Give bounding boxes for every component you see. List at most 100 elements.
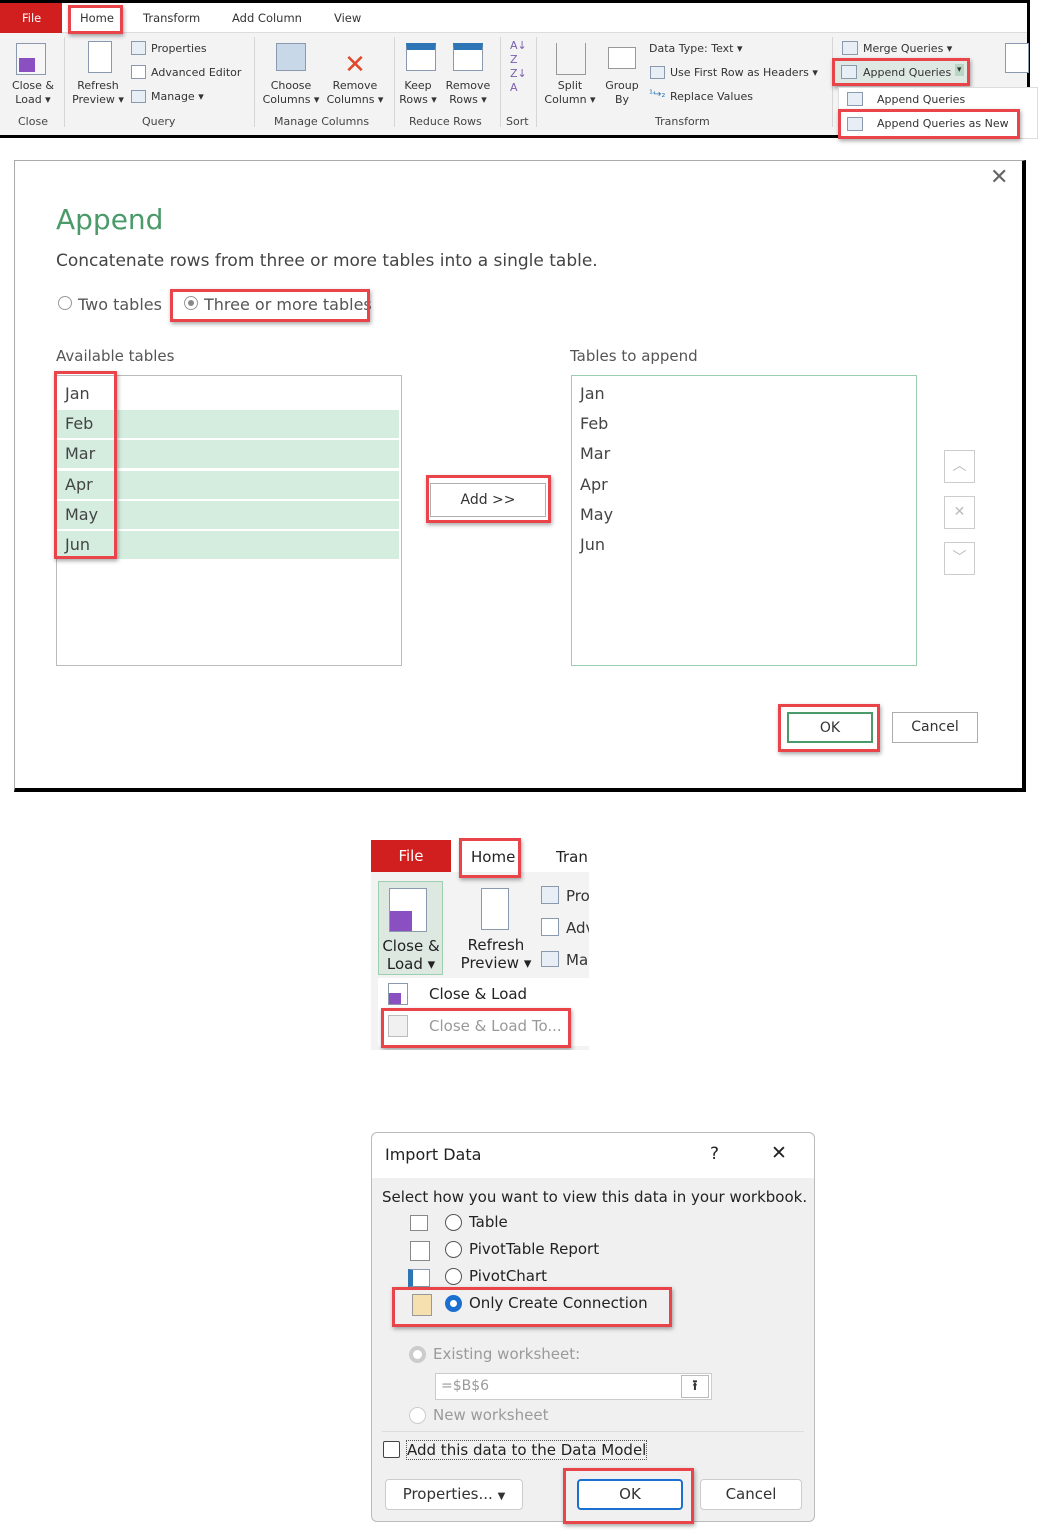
radio-two-tables[interactable] xyxy=(58,296,72,310)
list-item[interactable]: Jan xyxy=(572,380,605,408)
pivotchart-icon xyxy=(408,1269,430,1287)
replace-values-button[interactable]: Replace Values xyxy=(670,90,753,104)
close-load-icon xyxy=(16,43,46,75)
divider xyxy=(394,37,395,127)
close-load-button[interactable]: Close & Load ▾ xyxy=(378,881,443,975)
radio-pivotchart[interactable] xyxy=(445,1268,462,1285)
move-down-button[interactable]: ﹀ xyxy=(944,542,975,575)
menu-append-queries[interactable]: Append Queries xyxy=(877,93,965,107)
advanced-editor-icon xyxy=(541,918,559,936)
cancel-button[interactable]: Cancel xyxy=(892,712,978,743)
list-item[interactable]: Mar xyxy=(572,440,610,468)
data-type-dropdown[interactable]: Data Type: Text ▾ xyxy=(649,42,743,56)
option-pivottable[interactable]: PivotTable Report xyxy=(469,1240,599,1258)
group-label-close: Close xyxy=(18,115,48,128)
merge-queries-icon xyxy=(842,41,858,55)
advanced-editor-button[interactable]: Advanced Editor xyxy=(151,66,241,80)
pivottable-icon xyxy=(410,1241,430,1261)
properties-button[interactable]: Properties xyxy=(151,42,207,56)
divider xyxy=(500,37,501,127)
keep-rows-icon xyxy=(406,43,436,71)
refresh-preview-icon xyxy=(481,888,509,930)
choose-columns-icon xyxy=(276,43,306,71)
remove-button[interactable]: ✕ xyxy=(944,496,975,529)
option-table[interactable]: Table xyxy=(469,1213,508,1231)
dropdown-arrow-icon: ▼ xyxy=(497,1491,506,1502)
highlight-available-tables xyxy=(54,371,117,559)
tab-file[interactable]: File xyxy=(0,3,62,33)
sort-icons[interactable]: A↓ Z Z↓ A xyxy=(510,39,527,95)
remove-columns-button[interactable]: Remove Columns ▾ xyxy=(324,79,386,107)
close-icon[interactable]: ✕ xyxy=(990,165,1008,190)
option-two-tables[interactable]: Two tables xyxy=(78,295,162,314)
choose-columns-button[interactable]: Choose Columns ▾ xyxy=(260,79,322,107)
manage-button[interactable]: Ma xyxy=(566,951,588,969)
tables-to-append-list[interactable]: Jan Feb Mar Apr May Jun xyxy=(571,375,917,666)
merge-queries-button[interactable]: Merge Queries ▾ xyxy=(863,42,952,56)
properties-icon xyxy=(131,41,146,55)
append-dialog: ✕ Append Concatenate rows from three or … xyxy=(14,160,1026,792)
group-label-manage-columns: Manage Columns xyxy=(274,115,370,128)
tab-file[interactable]: File xyxy=(371,840,451,872)
manage-parameters-icon xyxy=(1005,43,1029,73)
move-up-button[interactable]: ︿ xyxy=(944,450,975,483)
highlight-home xyxy=(459,838,521,878)
refresh-preview-icon xyxy=(88,41,112,73)
refresh-preview-button[interactable]: Refresh Preview ▾ xyxy=(456,936,536,972)
manage-button[interactable]: Manage ▾ xyxy=(151,90,204,104)
radio-new-worksheet[interactable] xyxy=(409,1407,426,1424)
list-item[interactable]: Apr xyxy=(572,471,608,499)
menu-close-load[interactable]: Close & Load xyxy=(429,985,527,1003)
list-item[interactable]: Jun xyxy=(572,531,605,559)
radio-table[interactable] xyxy=(445,1214,462,1231)
dialog-title: Append xyxy=(56,203,164,236)
keep-rows-button[interactable]: Keep Rows ▾ xyxy=(396,79,440,107)
remove-rows-button[interactable]: Remove Rows ▾ xyxy=(444,79,492,107)
highlight-home xyxy=(68,5,123,34)
close-load-icon xyxy=(388,983,408,1005)
dialog-title: Import Data xyxy=(385,1145,482,1164)
close-load-button[interactable]: Close & Load ▾ xyxy=(8,79,58,107)
properties-button[interactable]: Pro xyxy=(566,887,589,905)
highlight-ok xyxy=(563,1468,694,1524)
radio-pivottable[interactable] xyxy=(445,1241,462,1258)
cancel-button[interactable]: Cancel xyxy=(700,1479,802,1510)
cell-reference-input[interactable]: =$B$6 ⭱ xyxy=(435,1373,712,1400)
close-load-menu-panel: File Home Tran Close & Load ▾ Refresh Pr… xyxy=(371,838,589,1050)
option-pivotchart[interactable]: PivotChart xyxy=(469,1267,547,1285)
table-icon xyxy=(650,66,665,79)
refresh-preview-button[interactable]: Refresh Preview ▾ xyxy=(68,79,128,107)
list-item[interactable]: May xyxy=(572,501,613,529)
option-new-worksheet[interactable]: New worksheet xyxy=(433,1406,548,1424)
highlight-three-or-more xyxy=(170,289,370,322)
group-by-button[interactable]: Group By xyxy=(602,79,642,107)
data-model-checkbox[interactable] xyxy=(383,1441,400,1458)
power-query-ribbon: File Home Transform Add Column View Clos… xyxy=(0,0,1038,139)
tab-view[interactable]: View xyxy=(334,11,361,25)
group-by-icon xyxy=(608,47,636,69)
list-item[interactable]: Feb xyxy=(572,410,608,438)
tab-transform[interactable]: Transform xyxy=(143,11,200,25)
close-load-icon xyxy=(389,888,427,932)
help-icon[interactable]: ? xyxy=(710,1144,719,1164)
highlight-only-connection xyxy=(392,1287,672,1327)
option-existing-worksheet[interactable]: Existing worksheet: xyxy=(433,1345,580,1363)
group-label-reduce-rows: Reduce Rows xyxy=(409,115,482,128)
close-icon[interactable]: ✕ xyxy=(771,1142,787,1164)
properties-button[interactable]: Properties... ▼ xyxy=(385,1479,523,1510)
manage-icon xyxy=(541,951,559,967)
split-column-button[interactable]: Split Column ▾ xyxy=(542,79,598,107)
view-prompt: Select how you want to view this data in… xyxy=(382,1188,808,1206)
group-label-sort: Sort xyxy=(506,115,529,128)
use-first-row-button[interactable]: Use First Row as Headers ▾ xyxy=(670,66,818,80)
group-label-transform: Transform xyxy=(655,115,710,128)
data-model-label[interactable]: Add this data to the Data Model xyxy=(406,1440,648,1460)
tab-add-column[interactable]: Add Column xyxy=(232,11,302,25)
import-data-dialog: Import Data ? ✕ Select how you want to v… xyxy=(371,1132,815,1524)
collapse-upload-icon[interactable]: ⭱ xyxy=(681,1375,709,1398)
table-icon xyxy=(410,1215,428,1231)
append-queries-icon xyxy=(847,92,863,106)
tab-transform[interactable]: Tran xyxy=(556,848,588,866)
advanced-editor-button[interactable]: Adv xyxy=(566,919,589,937)
radio-existing-worksheet[interactable] xyxy=(409,1346,426,1363)
